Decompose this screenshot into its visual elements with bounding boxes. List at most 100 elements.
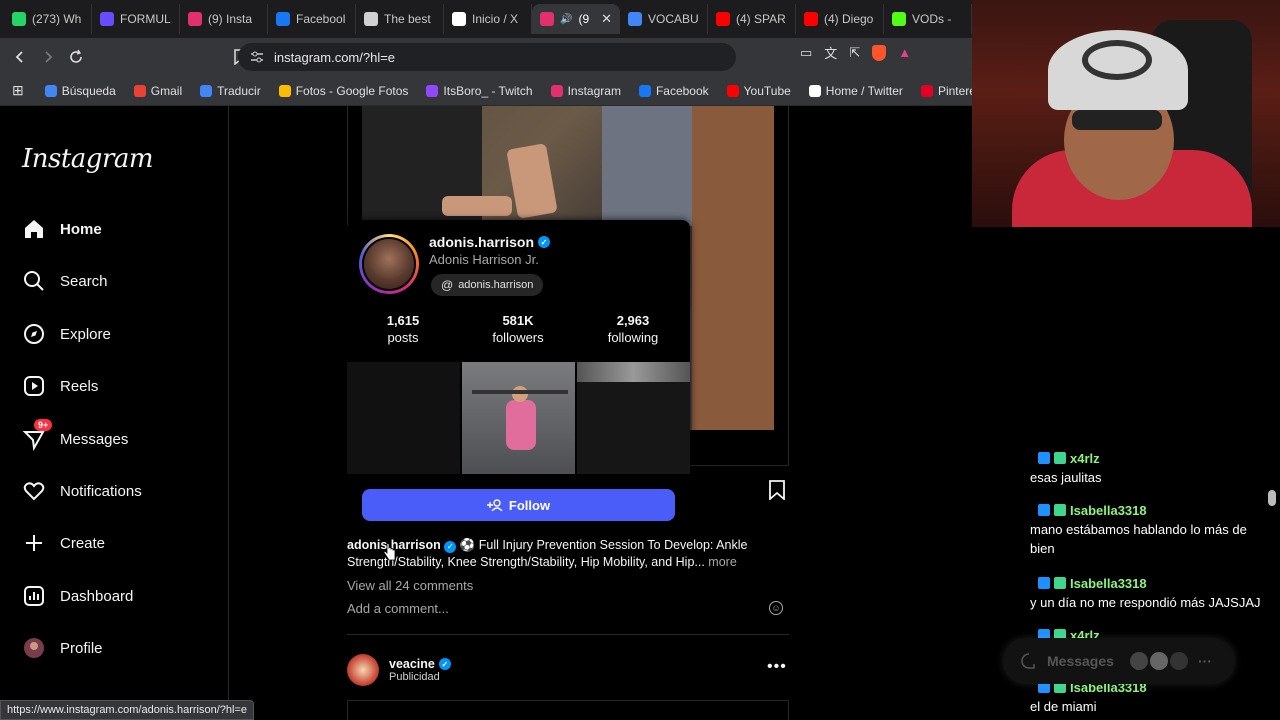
close-tab-icon[interactable]: ✕ xyxy=(601,11,612,27)
bookmark-label: ItsBoro_ - Twitch xyxy=(443,83,533,98)
share-icon[interactable]: ⇱ xyxy=(849,45,860,61)
bookmark-item[interactable]: Gmail xyxy=(125,84,191,98)
recent-post-thumb[interactable] xyxy=(347,362,460,474)
webcam-glasses xyxy=(1072,110,1162,130)
profile-avatar[interactable] xyxy=(359,234,419,294)
tab-title: The best xyxy=(384,12,431,26)
avatar xyxy=(1149,652,1168,670)
add-comment-input[interactable]: Add a comment... xyxy=(347,601,449,616)
threads-badge[interactable]: @ adonis.harrison xyxy=(431,274,544,296)
tab-favicon-icon xyxy=(452,12,466,26)
tab-favicon-icon xyxy=(716,12,730,26)
post-media-leg xyxy=(506,143,558,219)
bookmark-item[interactable]: Fotos - Google Fotos xyxy=(270,84,418,98)
browser-tab[interactable]: 🔊 (9 ✕ xyxy=(532,4,620,34)
sidebar-item-messages[interactable]: 9+ Messages xyxy=(22,419,128,451)
apps-grid-icon[interactable]: ⊞ xyxy=(0,82,36,99)
browser-tab[interactable]: Inicio / X xyxy=(444,4,532,34)
sidebar-item-search[interactable]: Search xyxy=(22,269,108,293)
tab-title: FORMUL xyxy=(120,12,171,26)
more-options-icon[interactable]: ••• xyxy=(767,658,787,676)
tab-audio-icon[interactable]: 🔊 xyxy=(560,14,572,25)
bookmark-item[interactable]: Home / Twitter xyxy=(800,84,912,98)
messenger-icon: 9+ xyxy=(22,419,53,451)
sidebar-item-explore[interactable]: Explore xyxy=(22,322,111,346)
browser-tab[interactable]: (4) SPAR xyxy=(708,4,796,34)
browser-tab[interactable]: (273) Wh xyxy=(4,4,92,34)
heart-icon xyxy=(22,479,46,503)
bookmark-favicon-icon xyxy=(726,84,739,97)
bookmark-label: YouTube xyxy=(743,83,791,98)
bookmark-label: Pinterest - xyxy=(937,83,972,98)
brave-shield-icon[interactable] xyxy=(872,44,887,61)
next-post-media[interactable] xyxy=(347,700,789,720)
back-button[interactable] xyxy=(6,43,34,71)
chat-username[interactable]: x4rlz xyxy=(1036,448,1106,468)
cast-icon[interactable]: ▭ xyxy=(800,45,812,61)
sidebar-item-profile[interactable]: Profile xyxy=(22,636,103,660)
sidebar-item-dashboard[interactable]: Dashboard xyxy=(22,584,133,608)
address-bar[interactable]: instagram.com/?hl=e xyxy=(238,43,736,71)
instagram-logo[interactable]: Instagram xyxy=(22,144,154,174)
translate-icon[interactable]: 文 xyxy=(824,43,837,62)
bookmark-item[interactable]: YouTube xyxy=(718,84,800,98)
chat-badge-icon xyxy=(1054,452,1066,464)
browser-tab[interactable]: (4) Diego xyxy=(796,4,884,34)
site-settings-icon[interactable] xyxy=(250,51,264,63)
chat-username[interactable]: Isabella3318 xyxy=(1036,500,1153,520)
bookmark-item[interactable]: Instagram xyxy=(542,84,630,98)
more-icon: ··· xyxy=(1197,653,1212,669)
brave-rewards-icon[interactable]: ▲ xyxy=(898,45,911,60)
profile-username[interactable]: adonis.harrison ✓ xyxy=(429,234,551,250)
caption-more-link[interactable]: more xyxy=(708,555,736,569)
bookmark-item[interactable]: Pinterest - xyxy=(912,84,972,98)
post-media-foot xyxy=(442,196,512,216)
tab-favicon-icon xyxy=(100,12,114,26)
chat-username-text: x4rlz xyxy=(1070,450,1100,466)
tab-favicon-icon xyxy=(188,12,202,26)
bookmark-favicon-icon xyxy=(278,84,291,97)
chat-badge-icon xyxy=(1054,577,1066,589)
next-post-username[interactable]: veacine ✓ xyxy=(389,657,451,671)
emoji-icon[interactable]: ☺ xyxy=(769,601,783,615)
browser-tab[interactable]: FORMUL xyxy=(92,4,180,34)
reload-button[interactable] xyxy=(62,43,90,71)
tab-favicon-icon xyxy=(12,12,26,26)
save-post-icon[interactable] xyxy=(768,480,786,500)
chat-username[interactable]: Isabella3318 xyxy=(1036,573,1153,593)
chat-scrollbar[interactable] xyxy=(1268,490,1276,506)
add-person-icon xyxy=(486,499,503,511)
bookmark-label: Home / Twitter xyxy=(825,83,903,98)
forward-button[interactable] xyxy=(34,43,62,71)
bookmark-item[interactable]: Facebook xyxy=(630,84,718,98)
recent-post-thumb[interactable] xyxy=(577,362,690,474)
bookmark-favicon-icon xyxy=(638,84,651,97)
stat-followers: 581K followers xyxy=(468,312,568,346)
recent-post-thumb[interactable] xyxy=(462,362,575,474)
browser-tab[interactable]: The best xyxy=(356,4,444,34)
bookmark-item[interactable]: Búsqueda xyxy=(36,84,125,98)
view-comments-link[interactable]: View all 24 comments xyxy=(347,578,473,593)
post-media-wall xyxy=(692,106,774,430)
browser-tab[interactable]: VODs - xyxy=(884,4,972,34)
browser-tab[interactable]: (9) Insta xyxy=(180,4,268,34)
browser-tab[interactable]: Facebool xyxy=(268,4,356,34)
bookmark-favicon-icon xyxy=(550,84,563,97)
messages-pill-label: Messages xyxy=(1047,653,1114,669)
sidebar-item-label: Explore xyxy=(60,325,111,343)
sidebar-item-home[interactable]: Home xyxy=(22,217,102,241)
next-post-avatar[interactable] xyxy=(347,654,379,686)
browser-tab[interactable]: VOCABU xyxy=(620,4,708,34)
sidebar-item-notifications[interactable]: Notifications xyxy=(22,479,142,503)
recent-post-figure xyxy=(506,400,536,450)
follow-button[interactable]: Follow xyxy=(362,489,675,521)
bookmark-item[interactable]: ItsBoro_ - Twitch xyxy=(417,84,541,98)
messages-pill[interactable]: Messages ··· xyxy=(1003,638,1235,684)
sidebar-item-reels[interactable]: Reels xyxy=(22,374,98,398)
post-divider xyxy=(347,634,789,635)
messenger-icon xyxy=(1021,653,1035,669)
sidebar-item-create[interactable]: Create xyxy=(22,531,105,555)
tab-title: VODs - xyxy=(912,12,952,26)
bookmark-item[interactable]: Traducir xyxy=(191,84,270,98)
stat-followers-value: 581K xyxy=(502,313,534,328)
